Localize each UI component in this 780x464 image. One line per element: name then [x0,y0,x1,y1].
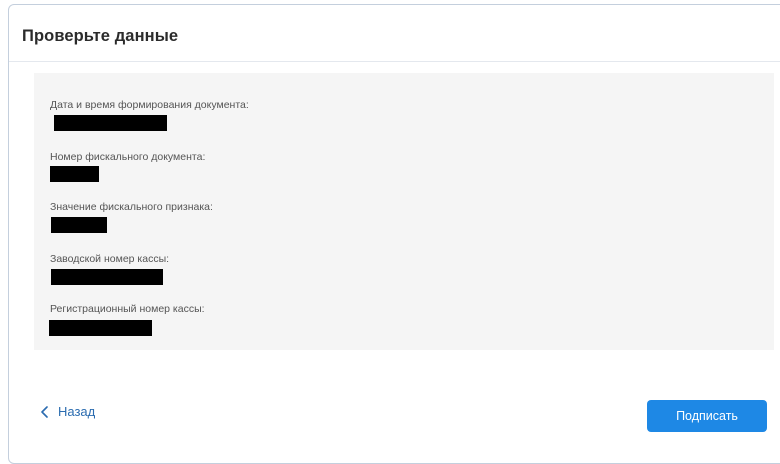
field-label-fiscal-sign: Значение фискального признака: [50,201,213,213]
sign-button[interactable]: Подписать [647,400,767,432]
page-title: Проверьте данные [22,27,179,45]
field-label-fiscal-document-number: Номер фискального документа: [50,151,206,163]
redacted-value-kkt-serial-number [51,269,163,285]
field-label-kkt-serial-number: Заводской номер кассы: [50,253,170,265]
redacted-value-document-datetime [54,115,167,131]
header-divider [9,61,780,62]
redacted-value-fiscal-document-number [50,166,99,182]
chevron-left-icon [40,405,49,418]
data-summary-panel: Дата и время формирования документа: Ном… [34,73,774,350]
back-link-label: Назад [58,404,96,419]
redacted-value-fiscal-sign [51,217,107,233]
redacted-value-kkt-registration-number [49,320,152,336]
field-label-document-datetime: Дата и время формирования документа: [50,99,249,111]
back-link[interactable]: Назад [40,404,95,419]
field-label-kkt-registration-number: Регистрационный номер кассы: [50,303,205,315]
